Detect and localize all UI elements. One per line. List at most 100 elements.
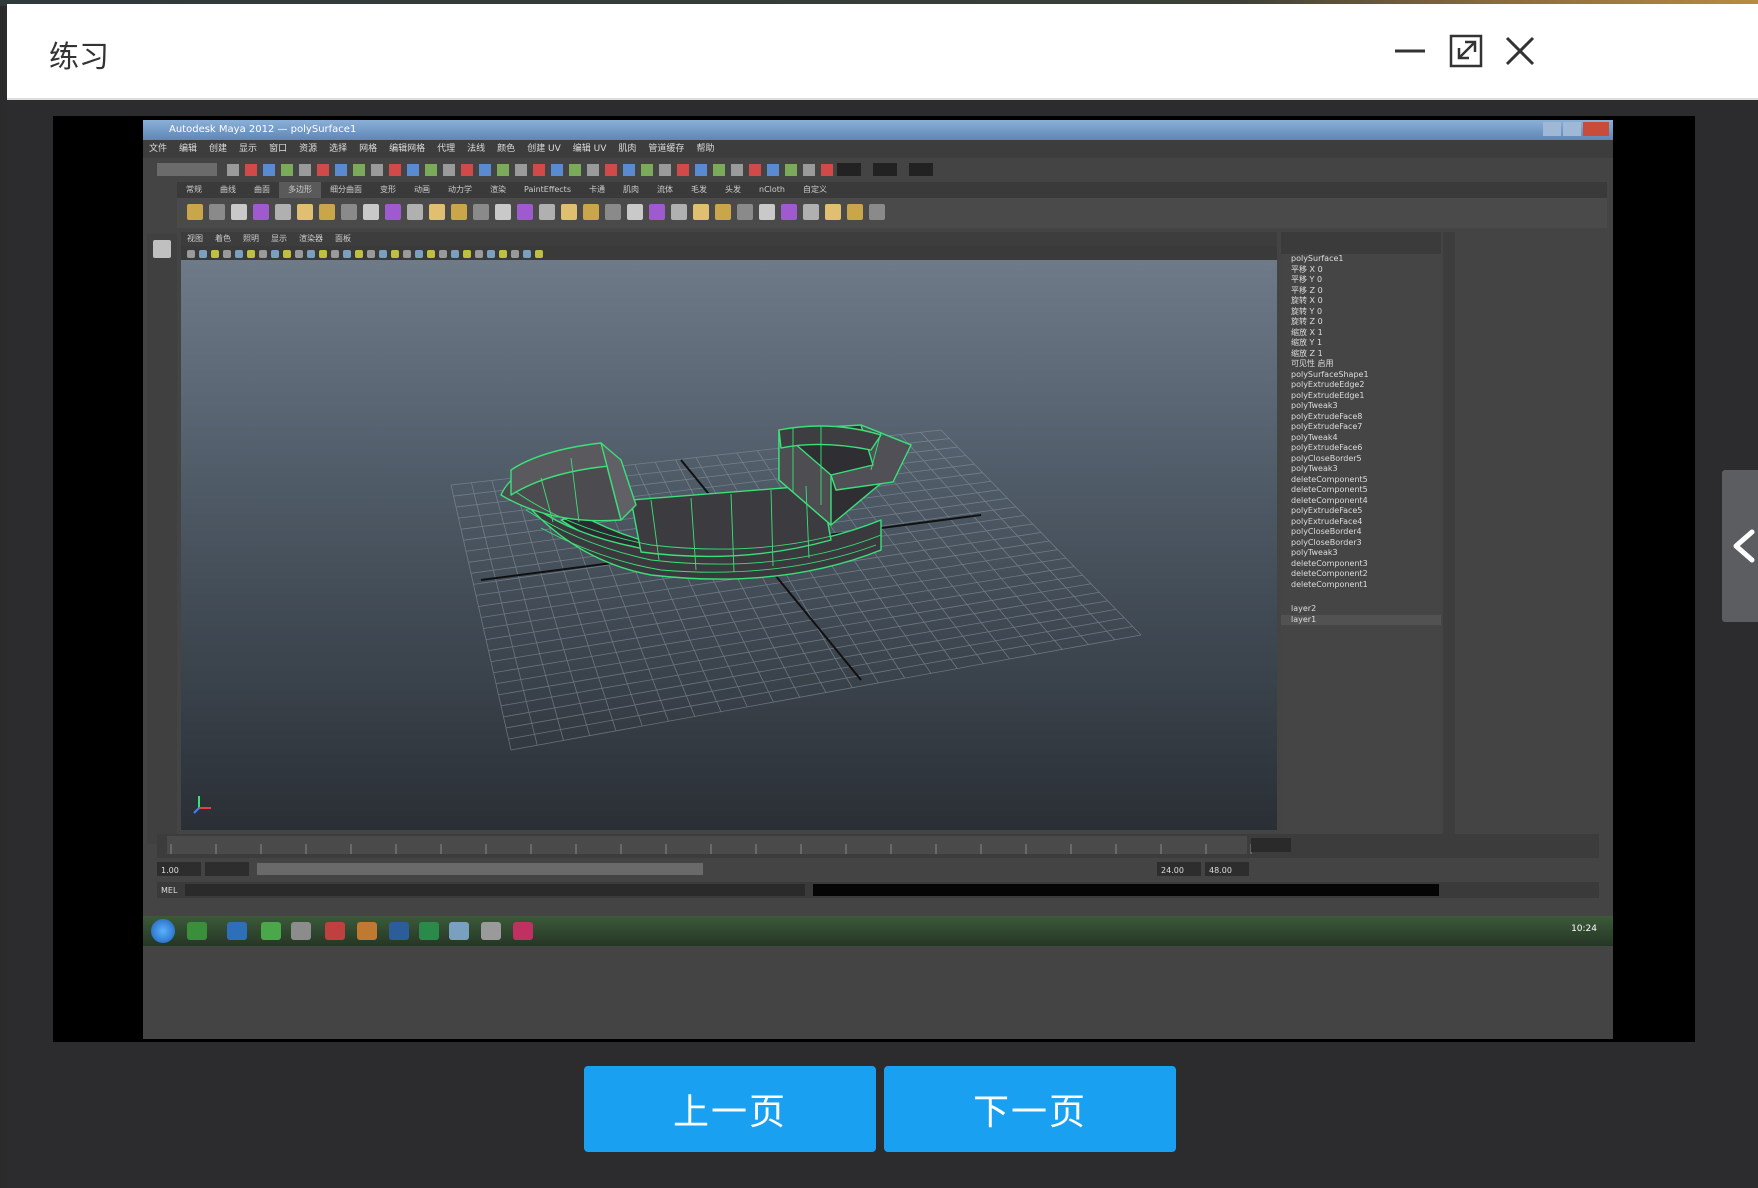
axis-gizmo-icon xyxy=(193,796,211,814)
channel-attr: 缩放 Z 1 xyxy=(1291,348,1323,358)
maya-shelf-tab: 常规 xyxy=(186,185,202,194)
history-node: polyTweak3 xyxy=(1291,548,1338,557)
display-layer: layer2 xyxy=(1291,604,1317,613)
range-start: 1.00 xyxy=(161,866,179,875)
viewport-toolbar xyxy=(181,246,1277,260)
channel-attr: 旋转 Z 0 xyxy=(1291,317,1323,326)
maximize-icon xyxy=(1449,34,1483,68)
maya-shelf-tab: 曲面 xyxy=(254,185,270,194)
maya-menu-item: 颜色 xyxy=(497,144,516,154)
history-node: polySurfaceShape1 xyxy=(1291,369,1369,379)
minimize-icon xyxy=(1395,49,1425,53)
history-node: polyTweak3 xyxy=(1291,401,1338,410)
range-slider: 1.00 24.00 48.00 xyxy=(157,860,1599,878)
maya-shelf-tab: 动力学 xyxy=(448,185,472,194)
chevron-left-icon xyxy=(1733,529,1755,563)
maya-shelf-tab: 动画 xyxy=(414,185,430,194)
next-page-button[interactable]: 下一页 xyxy=(884,1066,1176,1152)
maya-menu-item: 帮助 xyxy=(696,144,715,154)
viewport-menu-item: 着色 xyxy=(215,234,231,243)
close-button[interactable] xyxy=(1501,32,1539,70)
history-node: polyExtrudeFace5 xyxy=(1291,506,1363,515)
maya-shelf-tab: 曲线 xyxy=(220,185,236,194)
history-node: polyExtrudeFace4 xyxy=(1291,516,1363,526)
history-node: polyExtrudeFace7 xyxy=(1291,422,1363,431)
minimize-button[interactable] xyxy=(1391,32,1429,70)
maya-shelf-tabs: 常规 曲线 曲面 多边形 细分曲面 变形 动画 动力学 渲染 PaintEffects 卡通 肌肉 流体… xyxy=(177,182,1607,198)
history-node: polyTweak3 xyxy=(1291,464,1338,473)
history-node: polyExtrudeFace8 xyxy=(1291,411,1363,421)
maya-shelf-tab: 头发 xyxy=(725,185,741,194)
maya-shelf-tab: 自定义 xyxy=(802,185,827,194)
maya-shelf-tab: 毛发 xyxy=(691,185,707,194)
maya-menu-item: 代理 xyxy=(437,144,456,154)
history-node: deleteComponent3 xyxy=(1291,558,1368,568)
maya-menu-item: 创建 xyxy=(209,144,228,154)
history-node: deleteComponent1 xyxy=(1291,579,1368,589)
maya-shelf-tab: 流体 xyxy=(657,185,673,194)
maya-menu-item: 管道缓存 xyxy=(648,144,685,154)
maya-shelf-tab: 变形 xyxy=(380,185,396,194)
exercise-dialog: 练习 Autodesk Maya 2012 — polySurface1 文件 … xyxy=(7,4,1758,1188)
maya-shelf-tab: 卡通 xyxy=(589,185,605,194)
start-button-icon xyxy=(151,919,175,943)
maya-menu-item: 编辑 xyxy=(179,144,198,154)
maya-shelf-tab: PaintEffects xyxy=(524,185,571,194)
prev-page-button[interactable]: 上一页 xyxy=(584,1066,876,1152)
viewport-menu-item: 视图 xyxy=(187,234,203,243)
maya-menu-item: 网格 xyxy=(359,144,378,154)
range-end: 24.00 xyxy=(1161,866,1184,875)
close-icon xyxy=(1505,36,1535,66)
maya-shelf-tab: 肌肉 xyxy=(623,185,639,194)
history-node: polyCloseBorder3 xyxy=(1291,537,1362,547)
history-node: deleteComponent4 xyxy=(1291,495,1368,505)
history-node: deleteComponent5 xyxy=(1291,474,1368,484)
maya-window-title: Autodesk Maya 2012 — polySurface1 xyxy=(143,120,1613,140)
maya-menu-item: 显示 xyxy=(239,144,258,154)
channel-attr: 缩放 Y 1 xyxy=(1291,338,1323,347)
history-node: polyCloseBorder4 xyxy=(1291,527,1362,536)
maya-menubar: 文件 编辑 创建 显示 窗口 资源 选择 网格 编辑网格 代理 法线 颜色 创建 UV 编辑 UV 肌肉 管道… xyxy=(143,140,1613,158)
anim-end: 48.00 xyxy=(1209,866,1232,875)
maya-menu-item: 肌肉 xyxy=(618,144,637,154)
maya-help-line xyxy=(157,900,1605,914)
maya-status-line xyxy=(143,158,1613,182)
attribute-editor-tabs xyxy=(1443,232,1455,840)
channel-attr: 缩放 X 1 xyxy=(1291,327,1323,337)
maya-screenshot: Autodesk Maya 2012 — polySurface1 文件 编辑 创建… xyxy=(143,120,1613,1039)
mel-command-line: MEL xyxy=(157,882,1599,898)
history-node: polyTweak4 xyxy=(1291,432,1338,442)
maya-menu-item: 资源 xyxy=(299,144,318,154)
channel-box-object: polySurface1 xyxy=(1291,254,1344,263)
maya-menu-item: 编辑 UV xyxy=(572,144,607,154)
maya-menu-item: 创建 UV xyxy=(527,144,561,154)
svg-text:MEL: MEL xyxy=(161,886,178,895)
maya-toolbox xyxy=(147,234,509,844)
history-node: deleteComponent5 xyxy=(1291,485,1368,494)
lesson-video-frame[interactable]: Autodesk Maya 2012 — polySurface1 文件 编辑 创建… xyxy=(53,116,1695,1042)
maya-shelf-tab: nCloth xyxy=(759,185,785,194)
channel-attr: 平移 Y 0 xyxy=(1291,275,1323,284)
maya-menu-item: 窗口 xyxy=(269,144,288,154)
history-node: polyExtrudeEdge2 xyxy=(1291,380,1365,389)
display-layer: layer1 xyxy=(1281,614,1441,625)
channel-attr: 平移 Z 0 xyxy=(1291,285,1323,295)
dialog-titlebar: 练习 xyxy=(7,4,1758,100)
channel-attr: 旋转 X 0 xyxy=(1291,296,1323,305)
time-slider xyxy=(157,834,1599,858)
channel-attr: 可见性 启用 xyxy=(1291,359,1334,368)
channel-attr: 旋转 Y 0 xyxy=(1291,306,1323,316)
history-node: polyExtrudeFace6 xyxy=(1291,443,1363,452)
maya-shelf-tab: 渲染 xyxy=(490,185,506,194)
side-panel-toggle[interactable] xyxy=(1722,470,1758,622)
viewport-menu-item: 渲染器 xyxy=(299,234,323,243)
maya-menu-item: 法线 xyxy=(467,144,486,154)
maya-shelf xyxy=(177,198,1607,228)
viewport-menu-item: 显示 xyxy=(271,234,287,243)
windows-taskbar: 10:24 xyxy=(143,916,1613,946)
maya-viewport xyxy=(181,260,1277,830)
maya-menu-item: 编辑网格 xyxy=(389,144,426,154)
history-node: polyExtrudeEdge1 xyxy=(1291,390,1365,400)
channel-attr: 平移 X 0 xyxy=(1291,264,1323,274)
maximize-button[interactable] xyxy=(1447,32,1485,70)
